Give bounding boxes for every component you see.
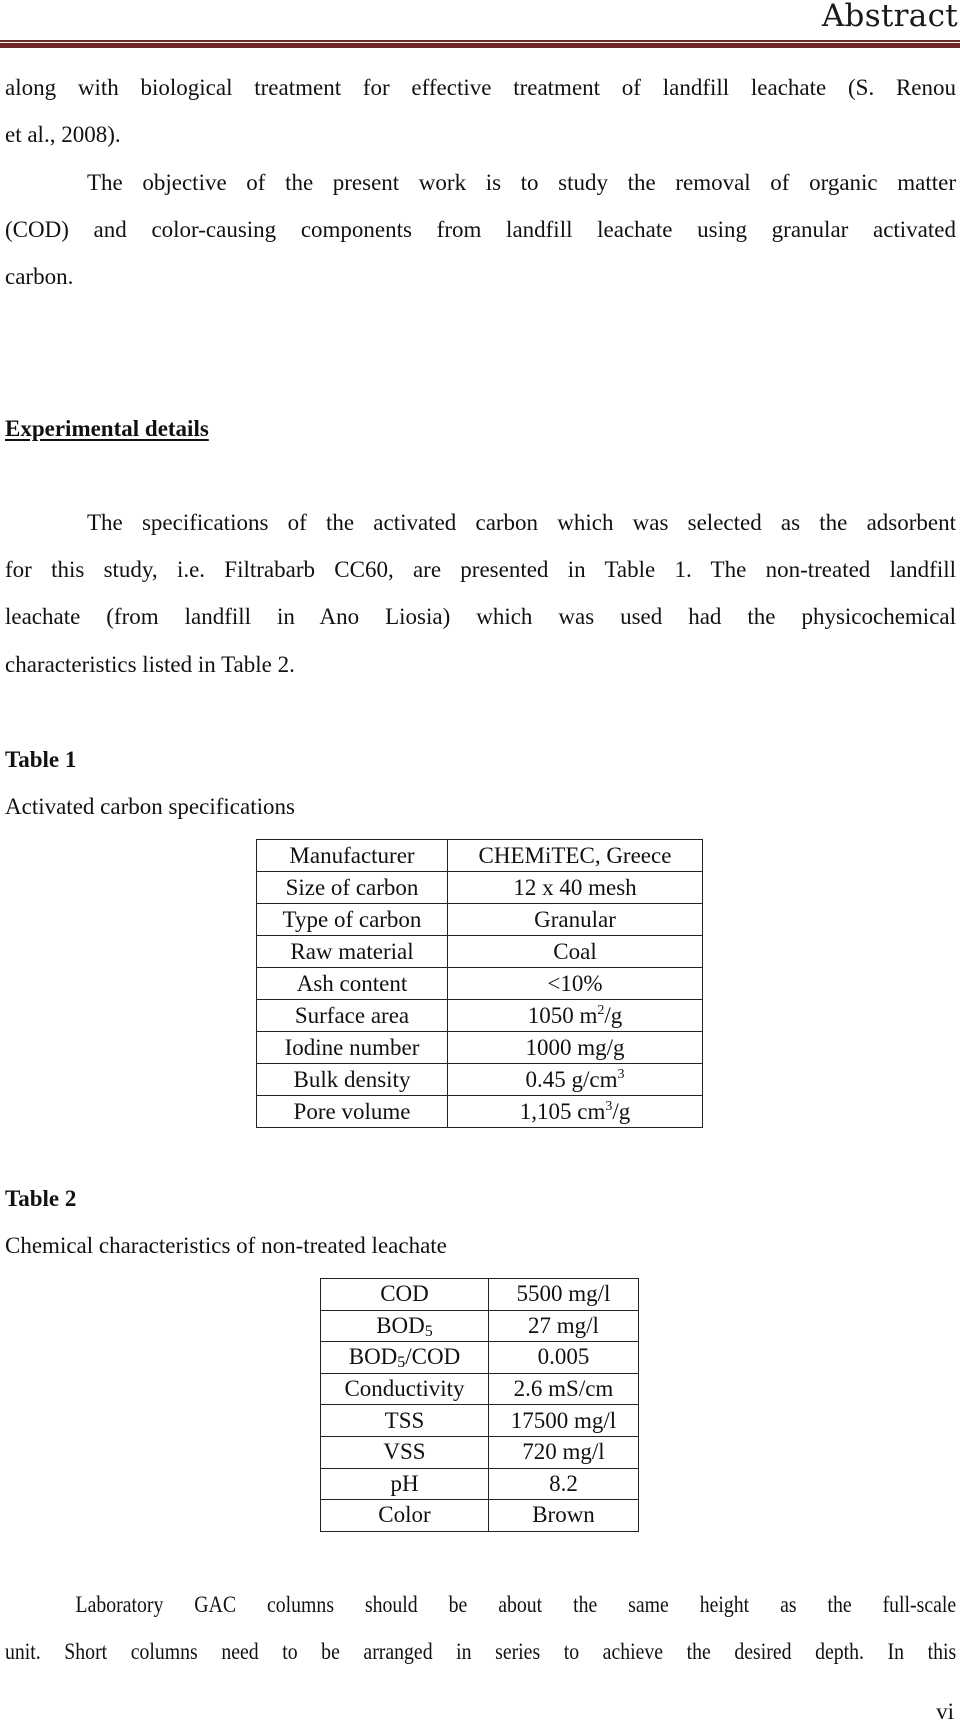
value-cell: Granular (447, 903, 703, 936)
value-text: 1050 m (527, 1002, 598, 1028)
parameter-cell: pH (320, 1467, 489, 1501)
value-text: /g (604, 1002, 623, 1028)
paragraph-line: Laboratory GAC columns should be about t… (75, 1592, 957, 1617)
paragraph-line: leachate (from landfill in Ano Liosia) w… (5, 604, 956, 629)
table-row: Type of carbon Granular (256, 903, 703, 936)
parameter-text: /COD (405, 1344, 461, 1370)
paragraph-line: along with biological treatment for effe… (5, 75, 956, 100)
parameter-text: BOD (348, 1344, 398, 1370)
paragraph-line: characteristics listed in Table 2. (5, 652, 295, 677)
paragraph-line: (COD) and color-causing components from … (5, 217, 956, 242)
value-cell: <10% (447, 967, 703, 1000)
table-row: Ash content <10% (256, 967, 703, 1000)
value-cell: 2.6 mS/cm (488, 1372, 639, 1406)
parameter-cell: BOD5 (320, 1309, 489, 1343)
property-cell: Raw material (256, 935, 448, 968)
paragraph-line: unit. Short columns need to be arranged … (5, 1639, 957, 1664)
value-cell: 8.2 (488, 1467, 639, 1501)
section-heading: Experimental details (5, 416, 209, 441)
table-row: COD 5500 mg/l (320, 1278, 639, 1311)
parameter-text: BOD (376, 1312, 425, 1338)
table-row: Pore volume 1,105 cm3/g (256, 1095, 703, 1128)
paragraph-line: carbon. (5, 264, 74, 289)
value-cell: 1,105 cm3/g (447, 1095, 703, 1128)
property-cell: Manufacturer (256, 839, 448, 872)
property-cell: Iodine number (256, 1031, 448, 1064)
table-row: Size of carbon 12 x 40 mesh (256, 871, 703, 904)
paragraph-line: et al., 2008). (5, 122, 121, 147)
table-row: pH 8.2 (320, 1467, 639, 1501)
table-row: Conductivity 2.6 mS/cm (320, 1372, 639, 1406)
value-text: 0.45 g/cm (525, 1066, 618, 1092)
value-cell: 5500 mg/l (488, 1278, 639, 1311)
property-cell: Surface area (256, 999, 448, 1032)
table-row: Raw material Coal (256, 935, 703, 968)
value-cell: 17500 mg/l (488, 1404, 639, 1437)
table-2-label: Table 2 (5, 1186, 77, 1211)
table-1-label: Table 1 (5, 747, 77, 772)
property-cell: Pore volume (256, 1095, 448, 1128)
leachate-characteristics-table: COD 5500 mg/l BOD5 27 mg/l BOD5/COD 0.00… (320, 1278, 639, 1532)
table-1-caption: Activated carbon specifications (5, 794, 295, 819)
value-cell: 12 x 40 mesh (447, 871, 703, 904)
value-text: /g (612, 1098, 631, 1124)
parameter-cell: COD (320, 1278, 489, 1311)
table-row: BOD5/COD 0.005 (320, 1341, 639, 1374)
paragraph-line: for this study, i.e. Filtrabarb CC60, ar… (5, 557, 956, 582)
value-text: 1,105 cm (519, 1098, 606, 1124)
parameter-cell: Conductivity (320, 1372, 489, 1406)
value-cell: 720 mg/l (488, 1435, 639, 1469)
value-cell: 1000 mg/g (447, 1031, 703, 1064)
value-cell: 27 mg/l (488, 1309, 639, 1343)
table-row: Surface area 1050 m2/g (256, 999, 703, 1032)
property-cell: Bulk density (256, 1063, 448, 1096)
table-row: Bulk density 0.45 g/cm3 (256, 1063, 703, 1096)
running-header-title: Abstract (821, 0, 958, 34)
table-row: Color Brown (320, 1499, 639, 1532)
property-cell: Size of carbon (256, 871, 448, 904)
table-row: BOD5 27 mg/l (320, 1309, 639, 1343)
paragraph-line: The specifications of the activated carb… (87, 510, 956, 535)
header-rule-thick (0, 43, 960, 48)
parameter-cell: TSS (320, 1404, 489, 1437)
value-cell: 0.005 (488, 1341, 639, 1374)
value-cell: 0.45 g/cm3 (447, 1063, 703, 1096)
property-cell: Ash content (256, 967, 448, 1000)
value-cell: Brown (488, 1499, 639, 1532)
table-2-caption: Chemical characteristics of non-treated … (5, 1233, 447, 1258)
parameter-cell: Color (320, 1499, 489, 1532)
value-cell: Coal (447, 935, 703, 968)
header-rule-thin (0, 40, 960, 42)
property-cell: Type of carbon (256, 903, 448, 936)
parameter-cell: VSS (320, 1435, 489, 1469)
value-cell: 1050 m2/g (447, 999, 703, 1032)
parameter-cell: BOD5/COD (320, 1341, 489, 1374)
table-row: VSS 720 mg/l (320, 1435, 639, 1469)
table-row: Iodine number 1000 mg/g (256, 1031, 703, 1064)
superscript: 3 (617, 1066, 625, 1082)
table-row: TSS 17500 mg/l (320, 1404, 639, 1437)
value-cell: CHEMiTEC, Greece (447, 839, 703, 872)
table-row: Manufacturer CHEMiTEC, Greece (256, 839, 703, 872)
paragraph-line: The objective of the present work is to … (87, 170, 956, 195)
subscript: 5 (424, 1322, 433, 1340)
activated-carbon-spec-table: Manufacturer CHEMiTEC, Greece Size of ca… (256, 839, 703, 1128)
page-number: vi (936, 1699, 954, 1724)
